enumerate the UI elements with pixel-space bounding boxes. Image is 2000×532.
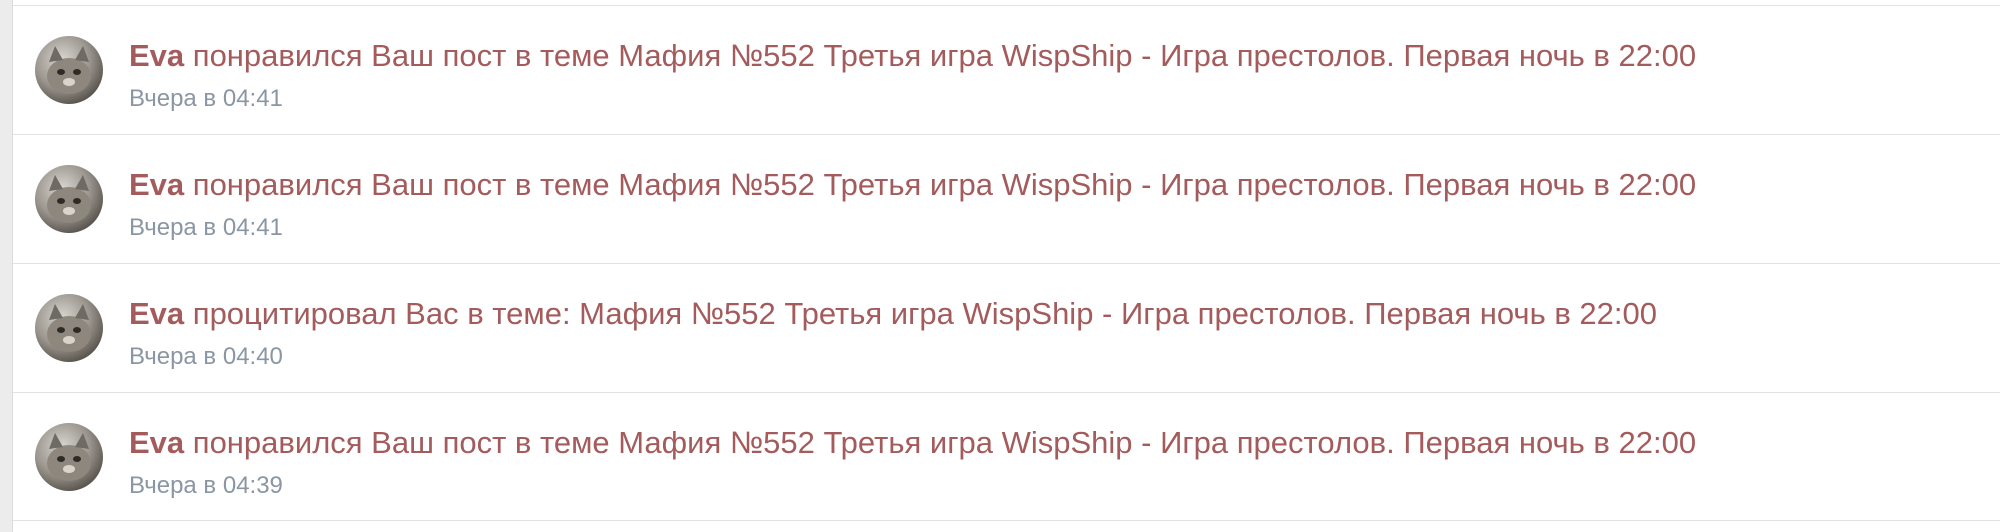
notification-message[interactable]: понравился Ваш пост в теме Мафия №552 Тр… <box>184 425 1696 460</box>
author-name[interactable]: Eva <box>129 167 184 202</box>
avatar[interactable] <box>35 294 103 362</box>
notification-text[interactable]: Eva процитировал Вас в теме: Мафия №552 … <box>129 294 1657 334</box>
cat-avatar-icon <box>47 46 91 94</box>
notification-item[interactable]: Eva процитировал Вас в теме: Мафия №552 … <box>13 263 2000 392</box>
cat-avatar-icon <box>47 433 91 481</box>
avatar[interactable] <box>35 423 103 491</box>
avatar[interactable] <box>35 36 103 104</box>
notification-time: Вчера в 04:39 <box>129 472 283 499</box>
cat-avatar-icon <box>47 175 91 223</box>
notification-time: Вчера в 04:41 <box>129 85 283 112</box>
notification-message[interactable]: понравился Ваш пост в теме Мафия №552 Тр… <box>184 38 1696 73</box>
notification-text[interactable]: Eva понравился Ваш пост в теме Мафия №55… <box>129 165 1696 205</box>
notification-list: Eva понравился Ваш пост в теме Мафия №55… <box>13 5 2000 521</box>
notification-message[interactable]: понравился Ваш пост в теме Мафия №552 Тр… <box>184 167 1696 202</box>
notification-item[interactable]: Eva понравился Ваш пост в теме Мафия №55… <box>13 392 2000 521</box>
notification-time: Вчера в 04:40 <box>129 343 283 370</box>
author-name[interactable]: Eva <box>129 425 184 460</box>
notification-item[interactable]: Eva понравился Ваш пост в теме Мафия №55… <box>13 5 2000 134</box>
notifications-panel: Eva понравился Ваш пост в теме Мафия №55… <box>12 0 2000 532</box>
cat-avatar-icon <box>47 304 91 352</box>
notification-text[interactable]: Eva понравился Ваш пост в теме Мафия №55… <box>129 423 1696 463</box>
notification-time: Вчера в 04:41 <box>129 214 283 241</box>
avatar[interactable] <box>35 165 103 233</box>
notification-text[interactable]: Eva понравился Ваш пост в теме Мафия №55… <box>129 36 1696 76</box>
author-name[interactable]: Eva <box>129 38 184 73</box>
notification-message[interactable]: процитировал Вас в теме: Мафия №552 Трет… <box>184 296 1657 331</box>
notification-item[interactable]: Eva понравился Ваш пост в теме Мафия №55… <box>13 134 2000 263</box>
author-name[interactable]: Eva <box>129 296 184 331</box>
